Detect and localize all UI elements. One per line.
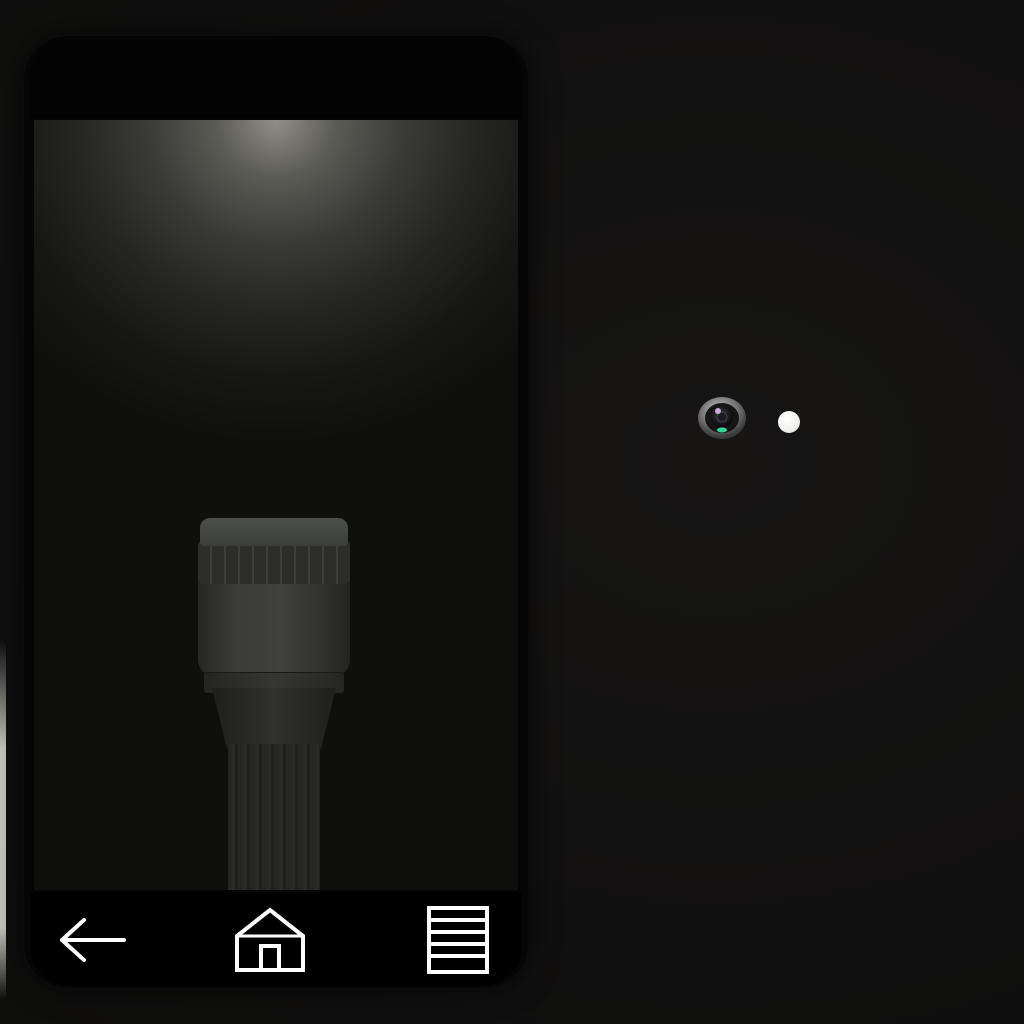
flashlight-icon [198, 518, 354, 890]
light-sensor-icon [778, 411, 800, 433]
phone-top-bezel [30, 36, 522, 118]
home-icon [235, 907, 305, 972]
flashlight-body [228, 744, 320, 890]
menu-lines-icon [427, 906, 489, 974]
phone-device [24, 36, 528, 988]
scene-background [0, 0, 1024, 1024]
flashlight-screen [34, 120, 518, 890]
navigation-bar [30, 892, 522, 986]
back-button[interactable] [52, 902, 132, 978]
flashlight-lens-rim [200, 518, 348, 546]
flashlight-neck [212, 688, 336, 748]
flashlight-head-grip [198, 540, 350, 584]
edge-reflection [0, 640, 6, 1000]
back-arrow-icon [60, 918, 126, 962]
camera-lens-icon [697, 396, 747, 440]
menu-button[interactable] [418, 902, 498, 978]
home-button[interactable] [230, 902, 310, 978]
